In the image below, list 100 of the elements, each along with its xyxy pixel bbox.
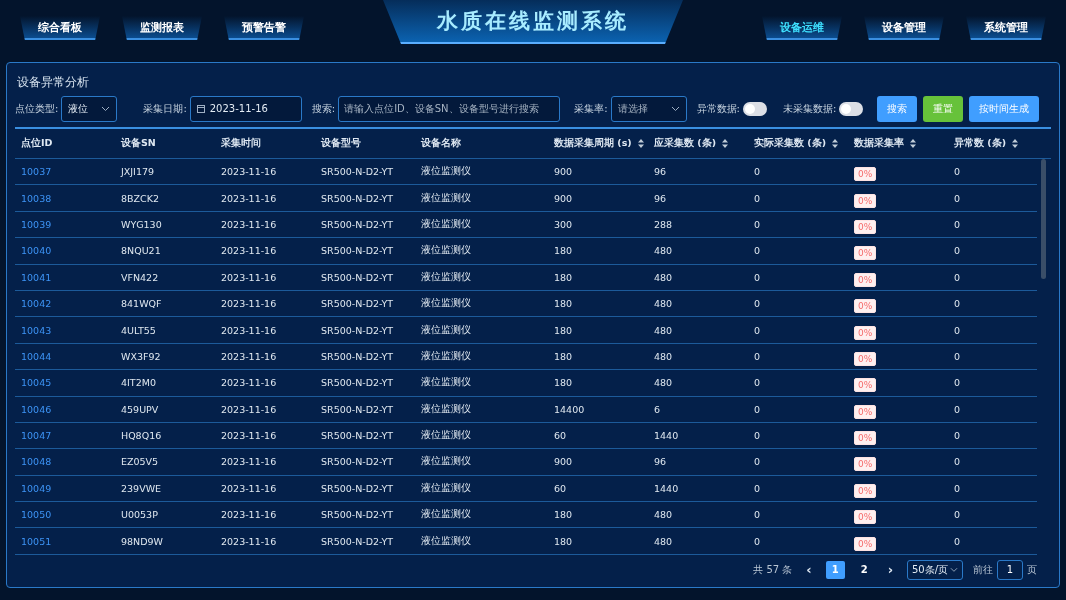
point-id-link[interactable]: 10041	[15, 271, 115, 283]
table-cell-text: 0	[753, 430, 762, 442]
column-header: 采集时间	[221, 137, 261, 150]
nav-tab[interactable]: 设备运维	[762, 16, 842, 40]
sort-icon[interactable]	[637, 139, 644, 148]
table-cell-text: 2023-11-16	[220, 218, 278, 230]
sort-icon[interactable]	[1012, 139, 1018, 148]
sort-icon[interactable]	[832, 139, 838, 148]
uncollected-toggle[interactable]	[839, 101, 864, 116]
table-cell-text: SR500-N-D2-YT	[320, 324, 394, 336]
table-cell-text: 0	[953, 377, 962, 389]
rate-select[interactable]: 请选择	[610, 95, 687, 122]
table-cell-text: 液位监测仪	[420, 508, 472, 522]
table-cell-text: 0	[753, 166, 762, 178]
table-cell-text: WX3F92	[120, 350, 162, 362]
system-title: 水质在线监测系统	[383, 0, 683, 44]
column-header: 异常数 (条)	[954, 137, 1006, 150]
table-cell-text: 480	[653, 324, 674, 336]
table-cell-text: 液位监测仪	[420, 534, 472, 548]
table-cell-text: 300	[553, 218, 574, 230]
table-cell-text: 0	[953, 430, 962, 442]
table-cell-text: 0	[953, 192, 962, 204]
rate-tag: 0%	[854, 299, 877, 314]
page-button[interactable]: 1	[825, 560, 845, 579]
table-cell-text: 480	[653, 535, 674, 547]
table-cell-text: 480	[653, 350, 674, 362]
point-id-link[interactable]: 10038	[15, 192, 115, 204]
point-id-link[interactable]: 10046	[15, 403, 115, 415]
table-cell-text: SR500-N-D2-YT	[320, 166, 394, 178]
sort-icon[interactable]	[910, 139, 916, 148]
table-cell-text: 液位监测仪	[420, 270, 472, 284]
nav-tab[interactable]: 系统管理	[966, 16, 1046, 40]
prev-page-button[interactable]: ‹	[802, 562, 816, 578]
page-input[interactable]: 1	[997, 559, 1023, 580]
nav-tab[interactable]: 综合看板	[20, 16, 100, 40]
table-cell-text: 0	[753, 271, 762, 283]
page-size-select[interactable]: 50条/页	[907, 559, 963, 580]
rate-tag: 0%	[854, 483, 877, 498]
sort-icon[interactable]	[722, 139, 728, 148]
table-cell-text: SR500-N-D2-YT	[320, 271, 394, 283]
table-cell-text: 液位监测仪	[420, 402, 472, 416]
table-cell-text: HQ8Q16	[120, 430, 163, 442]
rate-tag: 0%	[854, 404, 877, 419]
table-cell-text: 96	[653, 192, 668, 204]
column-header: 数据采集周期 (s)	[554, 137, 632, 150]
table-cell-text: 0	[953, 456, 962, 468]
point-id-link[interactable]: 10050	[15, 509, 115, 521]
column-header: 应采集数 (条)	[654, 137, 716, 150]
table-cell-text: 2023-11-16	[220, 509, 278, 521]
abnormal-toggle[interactable]	[742, 101, 767, 116]
table-cell-text: 8NQU21	[120, 245, 162, 257]
point-id-link[interactable]: 10045	[15, 377, 115, 389]
nav-tab[interactable]: 预警告警	[224, 16, 304, 40]
date-field[interactable]: 2023-11-16	[189, 95, 302, 122]
page-button[interactable]: 2	[854, 560, 874, 579]
chevron-down-icon	[950, 566, 958, 573]
table-cell-text: 2023-11-16	[220, 456, 278, 468]
table-cell-text: 0	[753, 324, 762, 336]
column-header: 点位ID	[21, 137, 53, 150]
point-id-link[interactable]: 10044	[15, 350, 115, 362]
table-cell-text: 2023-11-16	[220, 403, 278, 415]
table-cell-text: 841WQF	[120, 298, 163, 310]
action-button[interactable]: 按时间生成	[969, 95, 1040, 122]
point-id-link[interactable]: 10048	[15, 456, 115, 468]
search-field[interactable]: 请输入点位ID、设备SN、设备型号进行搜索	[338, 95, 561, 122]
table-cell-text: SR500-N-D2-YT	[320, 509, 394, 521]
next-page-button[interactable]: ›	[883, 562, 897, 578]
point-id-link[interactable]: 10047	[15, 430, 115, 442]
point-id-link[interactable]: 10039	[15, 218, 115, 230]
table-cell-text: 1440	[653, 430, 680, 442]
chevron-down-icon	[670, 105, 680, 112]
nav-tab[interactable]: 监测报表	[122, 16, 202, 40]
table-cell-text: 0	[753, 377, 762, 389]
table-cell-text: 96	[653, 166, 668, 178]
table-cell-text: 0	[753, 535, 762, 547]
table-cell-text: 0	[753, 192, 762, 204]
table-cell-text: 液位监测仪	[420, 191, 472, 205]
table-cell-text: SR500-N-D2-YT	[320, 192, 394, 204]
table-cell-text: 14400	[553, 403, 586, 415]
point-id-link[interactable]: 10049	[15, 482, 115, 494]
table-cell-text: 180	[553, 271, 574, 283]
nav-tab[interactable]: 设备管理	[864, 16, 944, 40]
table-cell-text: 液位监测仪	[420, 455, 472, 469]
filter-label: 未采集数据:	[782, 101, 837, 116]
point-type-select[interactable]: 液位	[61, 95, 118, 122]
scrollbar[interactable]	[1041, 159, 1046, 279]
point-id-link[interactable]: 10042	[15, 298, 115, 310]
table-cell-text: 6	[653, 403, 662, 415]
table-cell-text: 0	[953, 218, 962, 230]
action-button[interactable]: 搜索	[877, 95, 918, 122]
table-cell-text: 180	[553, 324, 574, 336]
point-id-link[interactable]: 10040	[15, 245, 115, 257]
point-id-link[interactable]: 10043	[15, 324, 115, 336]
point-id-link[interactable]: 10051	[15, 535, 115, 547]
point-id-link[interactable]: 10037	[15, 166, 115, 178]
rate-tag: 0%	[854, 219, 877, 234]
table-cell-text: 2023-11-16	[220, 324, 278, 336]
table-cell-text: SR500-N-D2-YT	[320, 245, 394, 257]
table-cell-text: 4ULT55	[120, 324, 157, 336]
column-header: 设备名称	[421, 137, 461, 150]
